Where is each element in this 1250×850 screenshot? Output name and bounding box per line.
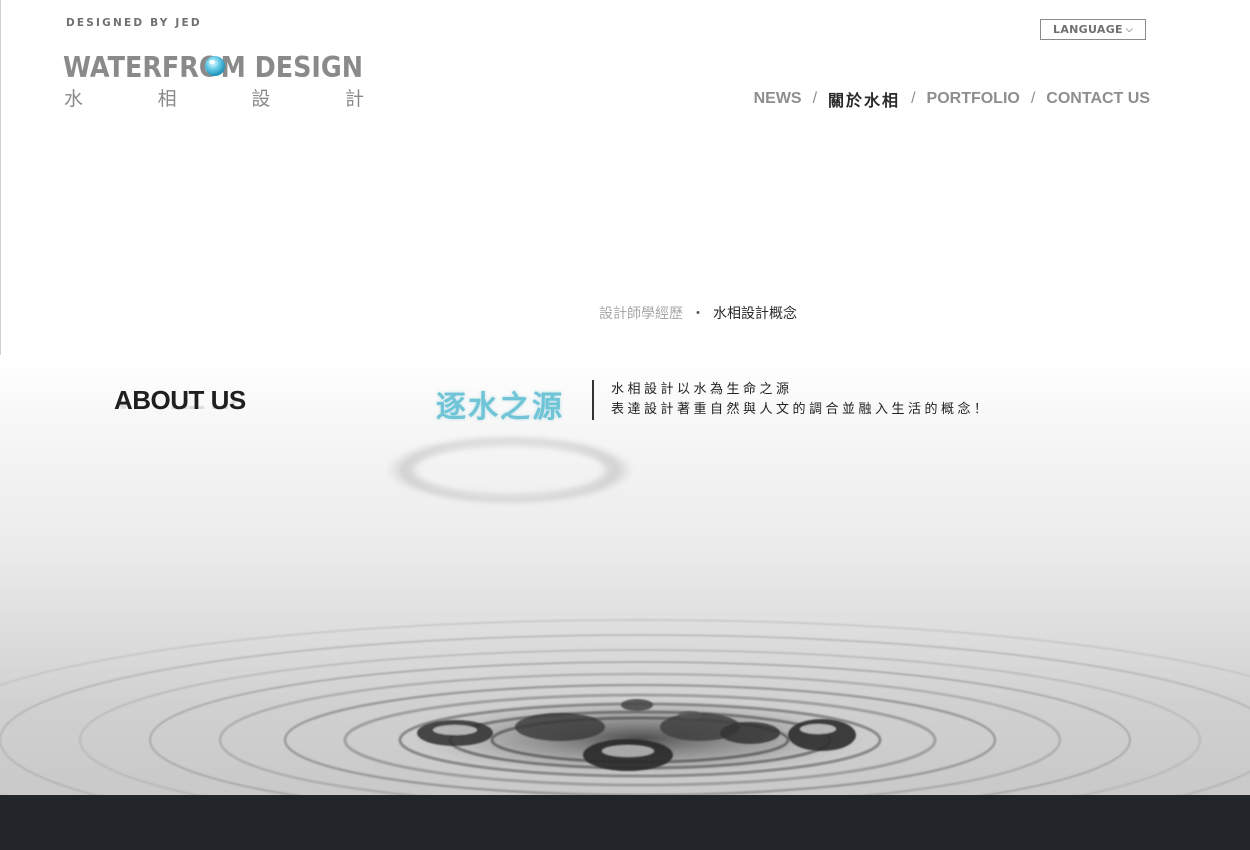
about-us-title-reflection: ABOUT US	[114, 399, 246, 413]
logo-char: 設	[251, 88, 271, 110]
language-label: LANGUAGE	[1053, 23, 1123, 36]
subnav-designer-background[interactable]: 設計師學經歷	[599, 303, 683, 323]
nav-separator: /	[812, 90, 818, 107]
logo[interactable]: WATERFROM DESIGN	[62, 50, 372, 84]
nav-item-about[interactable]: 關於水相	[828, 87, 900, 111]
subnav-separator: ・	[691, 306, 705, 322]
nav-separator: /	[911, 90, 916, 107]
slogan: 逐水之源	[436, 390, 564, 425]
logo-char: 計	[344, 88, 364, 110]
about-description: 水相設計以水為生命之源 表達設計著重自然與人文的調合並融入生活的概念！	[611, 380, 991, 420]
footer	[0, 795, 1250, 850]
description-line: 水相設計以水為生命之源	[611, 382, 793, 397]
nav-item-contact[interactable]: CONTACT US	[1046, 90, 1150, 108]
nav-item-portfolio[interactable]: PORTFOLIO	[927, 90, 1020, 108]
page: DESIGNED BY JED WATERFROM DESIGN 水 相 設 計…	[0, 0, 1250, 850]
water-ripple-image	[0, 435, 1250, 795]
nav-separator: /	[1030, 90, 1036, 107]
hero-water-image	[0, 355, 1250, 795]
logo-water-drop-icon	[205, 56, 225, 76]
logo-chinese: 水 相 設 計	[64, 84, 364, 111]
logo-char: 水	[64, 88, 84, 110]
logo-char: 相	[157, 88, 177, 110]
divider	[592, 380, 594, 420]
main-nav: NEWS / 關於水相 / PORTFOLIO / CONTACT US	[754, 87, 1150, 111]
chevron-down-icon: ⌵	[1125, 25, 1133, 35]
nav-item-news[interactable]: NEWS	[754, 90, 802, 108]
description-line: 表達設計著重自然與人文的調合並融入生活的概念！	[611, 402, 991, 417]
designed-by-tagline: DESIGNED BY JED	[66, 17, 202, 29]
sub-nav: 設計師學經歷 ・ 水相設計概念	[599, 303, 797, 323]
language-dropdown[interactable]: LANGUAGE ⌵	[1040, 19, 1146, 40]
subnav-design-concept[interactable]: 水相設計概念	[713, 303, 797, 323]
